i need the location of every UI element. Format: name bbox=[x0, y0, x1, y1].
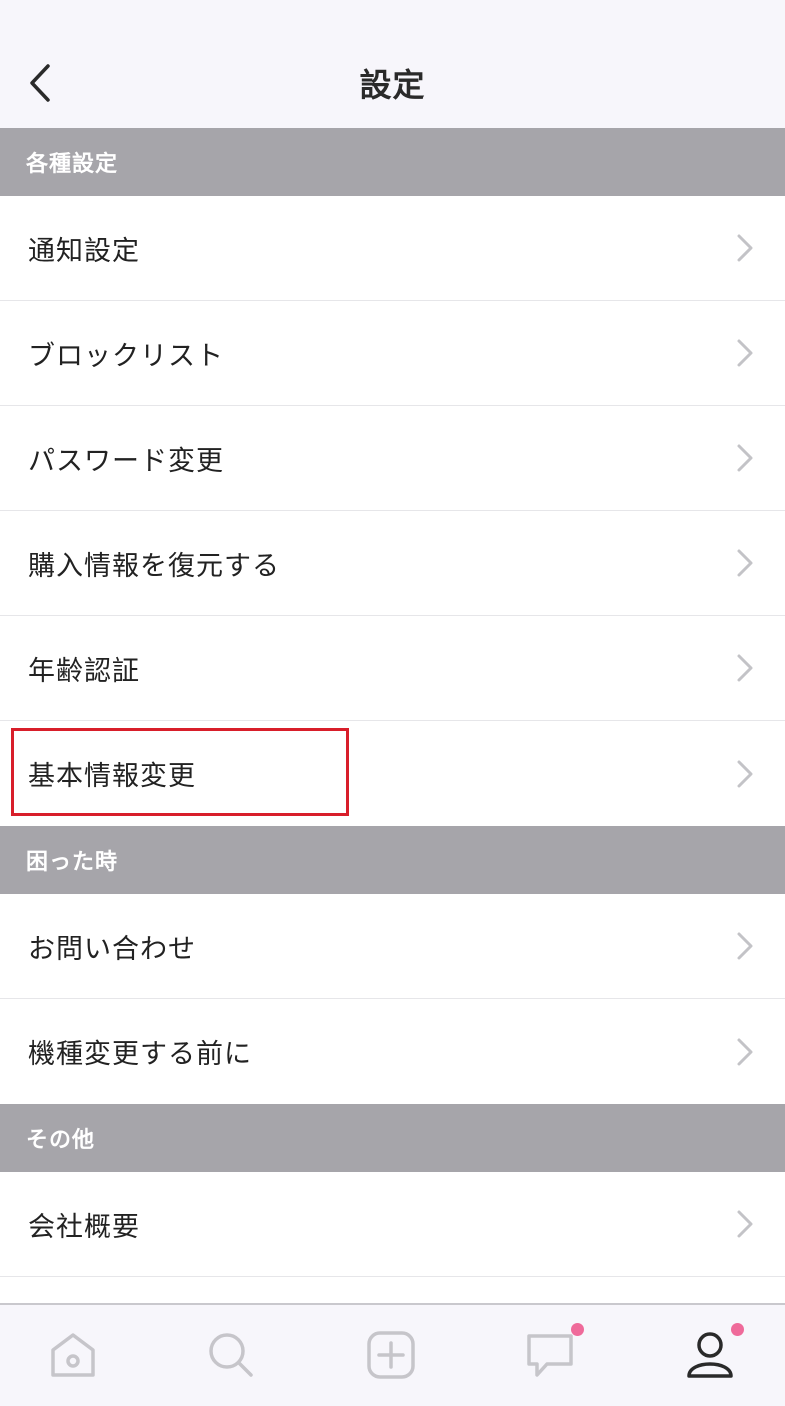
menu-item-block-list[interactable]: ブロックリスト bbox=[0, 301, 785, 406]
chevron-right-icon bbox=[737, 234, 753, 262]
menu-item-label: ブロックリスト bbox=[28, 340, 224, 372]
menu-item-company-profile[interactable]: 会社概要 bbox=[0, 1172, 785, 1277]
menu-item-label: 購入情報を復元する bbox=[28, 550, 280, 582]
menu-item-contact[interactable]: お問い合わせ bbox=[0, 894, 785, 999]
profile-badge-dot bbox=[731, 1323, 744, 1336]
menu-item-label: 基本情報変更 bbox=[28, 761, 196, 792]
menu-item-restore-purchases[interactable]: 購入情報を復元する bbox=[0, 511, 785, 616]
tab-search[interactable] bbox=[191, 1303, 271, 1406]
page-title: 設定 bbox=[359, 66, 426, 104]
section-header-other: その他 bbox=[0, 1104, 785, 1172]
tab-messages[interactable] bbox=[510, 1303, 590, 1406]
tab-add[interactable] bbox=[351, 1303, 431, 1406]
chevron-right-icon bbox=[737, 654, 753, 682]
chevron-right-icon bbox=[737, 339, 753, 367]
chevron-right-icon bbox=[737, 932, 753, 960]
chat-badge-dot bbox=[571, 1323, 584, 1336]
menu-item-change-basic-info[interactable]: 基本情報変更 bbox=[0, 721, 785, 826]
chat-icon bbox=[527, 1333, 573, 1377]
add-icon bbox=[367, 1330, 415, 1379]
chevron-right-icon bbox=[737, 444, 753, 472]
chevron-right-icon bbox=[737, 760, 753, 787]
chevron-right-icon bbox=[737, 1038, 753, 1065]
menu-item-label: 年齢認証 bbox=[28, 655, 140, 687]
menu-item-label: 会社概要 bbox=[28, 1211, 140, 1243]
menu-item-label: 通知設定 bbox=[28, 235, 140, 267]
menu-item-label: お問い合わせ bbox=[28, 933, 196, 965]
section-header-help: 困った時 bbox=[0, 826, 785, 894]
section-header-settings: 各種設定 bbox=[0, 128, 785, 196]
search-icon bbox=[209, 1332, 253, 1377]
profile-icon bbox=[687, 1331, 733, 1378]
tab-home[interactable] bbox=[33, 1303, 113, 1406]
chevron-right-icon bbox=[737, 1210, 753, 1238]
tab-profile[interactable] bbox=[670, 1303, 750, 1406]
menu-item-label: パスワード変更 bbox=[28, 445, 224, 477]
chevron-right-icon bbox=[737, 549, 753, 577]
home-icon bbox=[51, 1332, 95, 1377]
menu-item-notification-settings[interactable]: 通知設定 bbox=[0, 196, 785, 301]
menu-item-age-verification[interactable]: 年齢認証 bbox=[0, 616, 785, 721]
menu-item-before-device-change[interactable]: 機種変更する前に bbox=[0, 999, 785, 1104]
menu-item-label: 機種変更する前に bbox=[28, 1039, 252, 1070]
menu-item-change-password[interactable]: パスワード変更 bbox=[0, 406, 785, 511]
